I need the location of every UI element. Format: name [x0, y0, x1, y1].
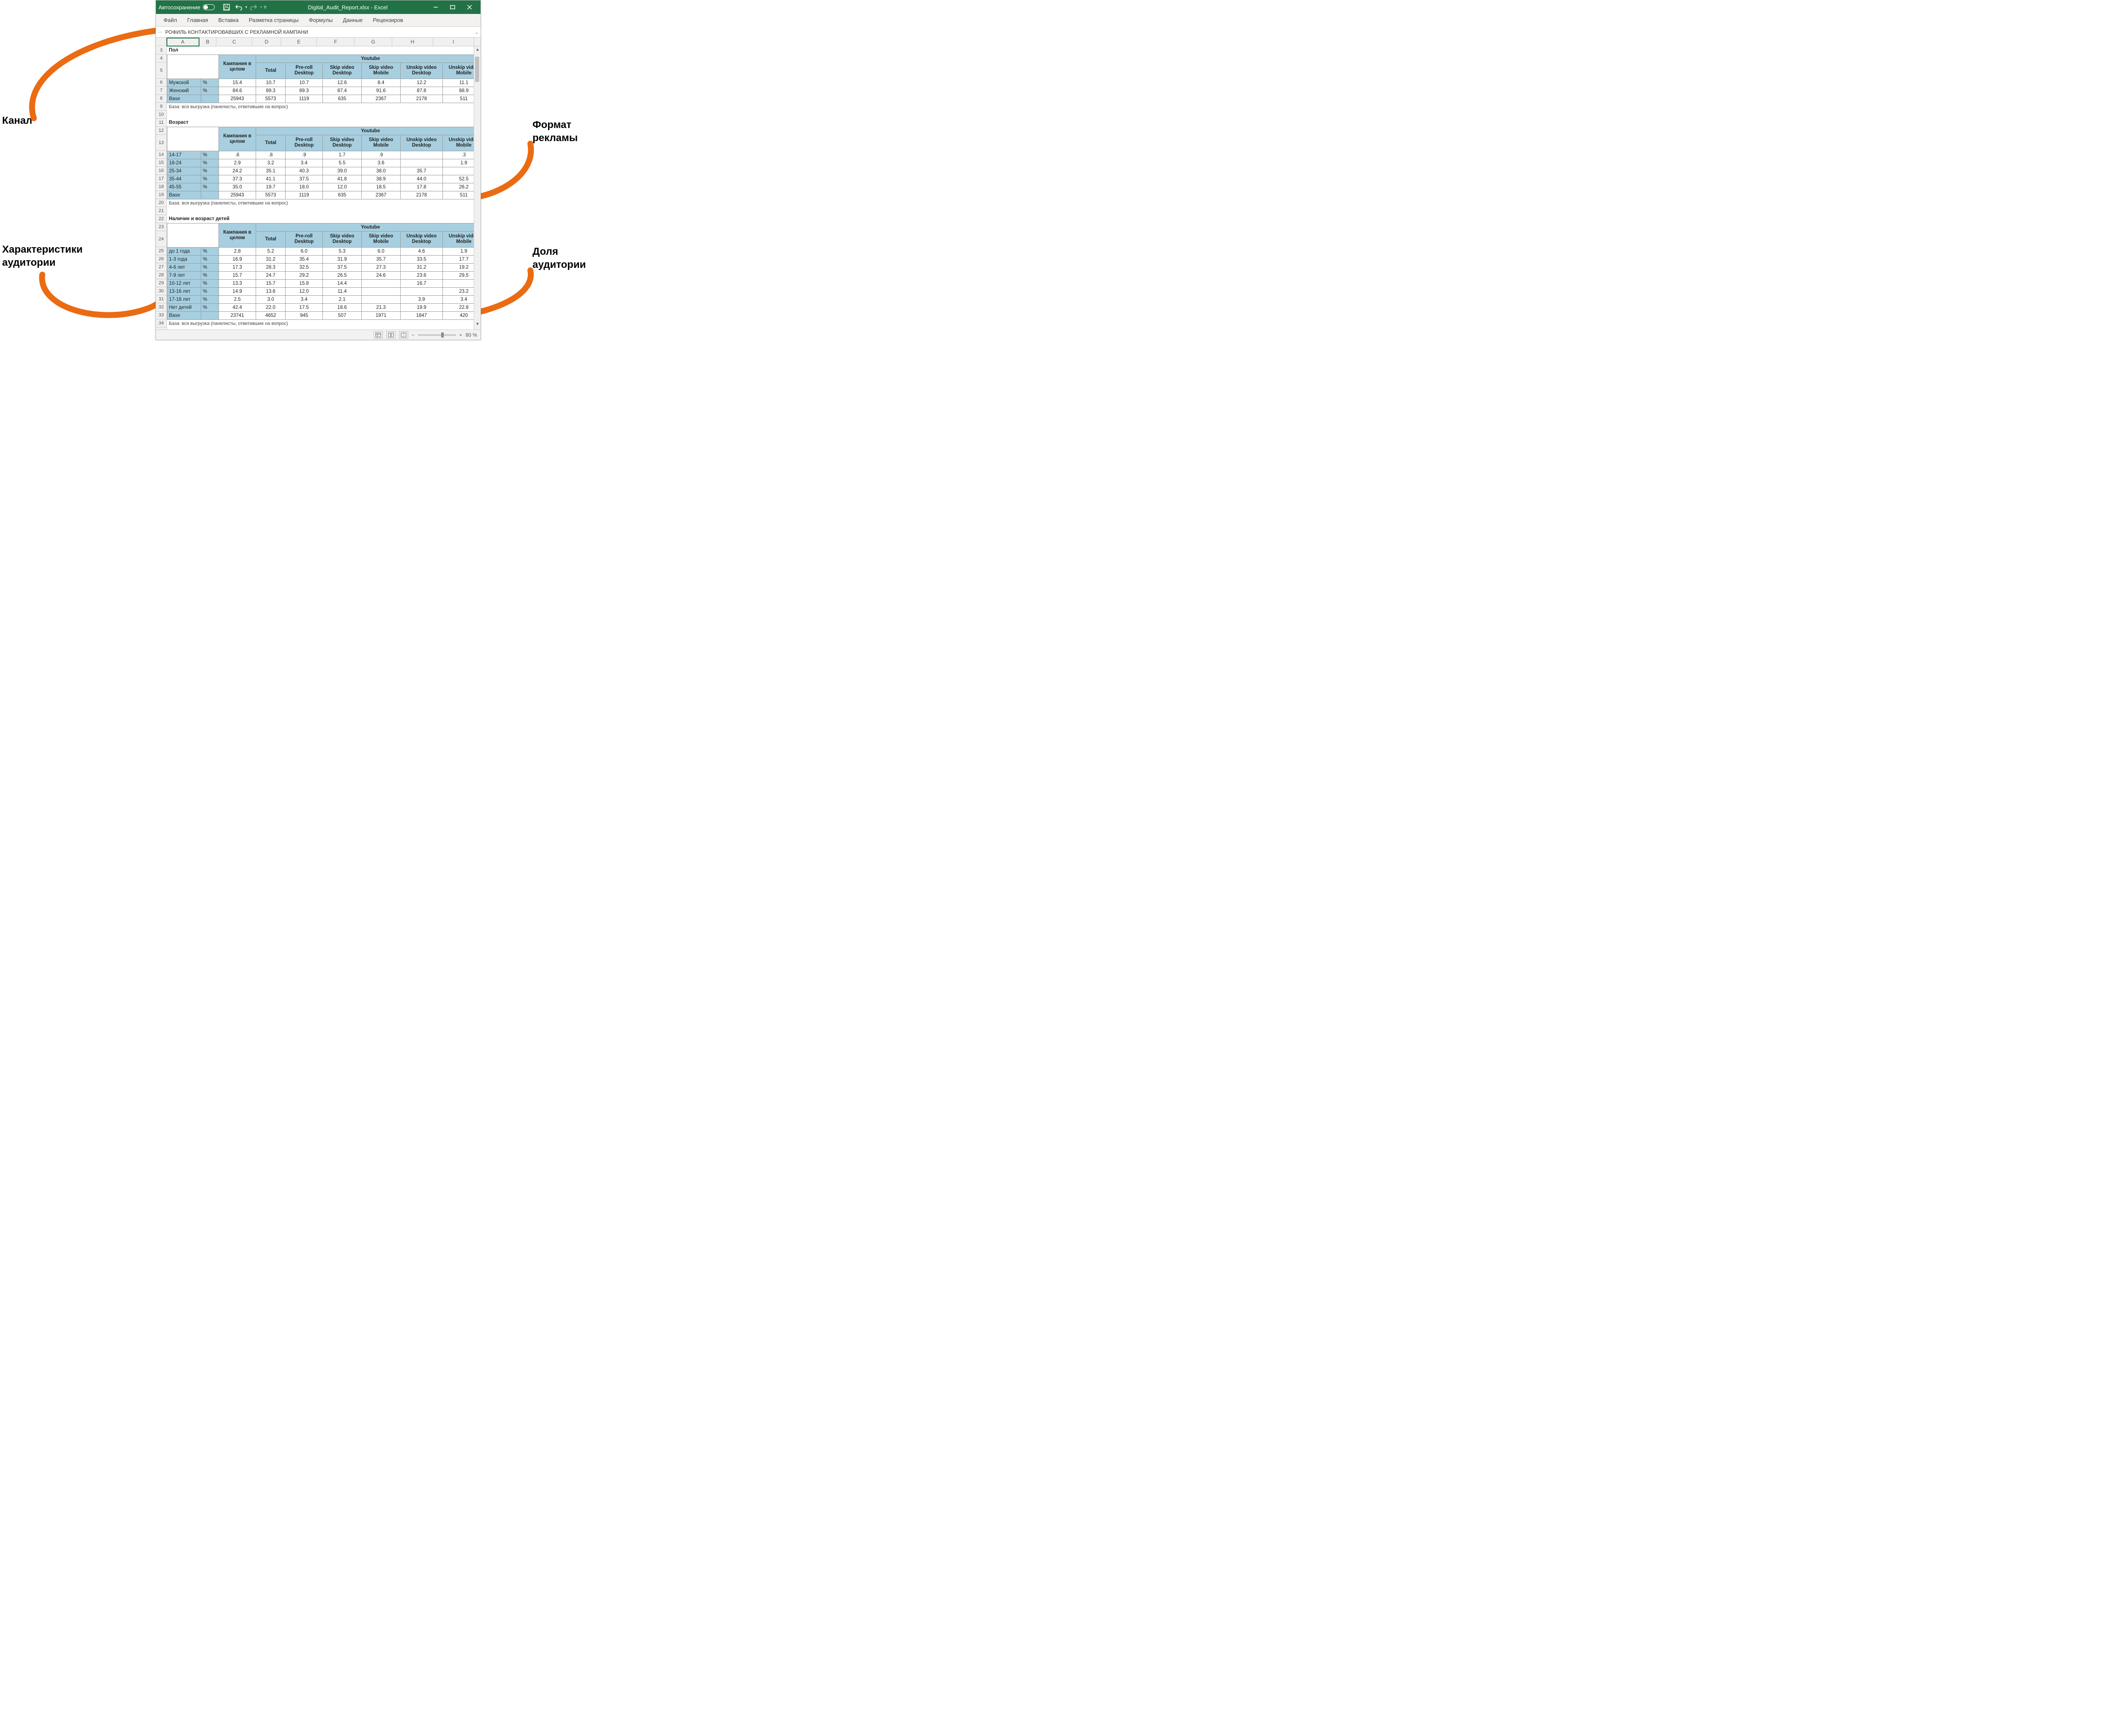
tab-insert[interactable]: Вставка [214, 14, 243, 27]
formula-expand-icon[interactable]: ⌄ [475, 29, 479, 35]
annotation-channel: Канал [2, 114, 32, 127]
worksheet[interactable]: Пол Кампания в целом Youtube Total Pre-r… [167, 46, 474, 330]
col-header-D[interactable]: D [252, 38, 281, 46]
scroll-down-icon[interactable]: ▼ [474, 322, 480, 329]
table-row: 25-34%24.235.140.339.038.035.7 [167, 167, 474, 175]
zoom-in-button[interactable]: + [459, 332, 462, 338]
table-row: Base259435573111963523672178511 [167, 191, 474, 199]
undo-dropdown-icon[interactable]: ▾ [245, 5, 247, 10]
col-header-E[interactable]: E [281, 38, 317, 46]
table-row: Мужской%15.410.710.712.68.412.211.1 [167, 79, 474, 87]
table-row: Женский%84.689.389.387.491.687.888.9 [167, 87, 474, 95]
excel-window: Автосохранение ▾ ▾ ▿ Digital_Audit_Repor… [156, 0, 481, 340]
hdr-channel: Youtube [256, 55, 474, 63]
select-all-corner[interactable] [156, 38, 167, 46]
maximize-button[interactable] [444, 0, 461, 14]
undo-icon[interactable] [235, 4, 243, 11]
redo-dropdown-icon[interactable]: ▾ [260, 5, 262, 10]
col-header-B[interactable]: B [199, 38, 217, 46]
table-row: 1-3 года%16.931.235.431.935.733.517.7 [167, 255, 474, 263]
view-page-layout-button[interactable] [386, 331, 396, 339]
table-row: 17-18 лет%2.53.03.42.13.93.4 [167, 295, 474, 303]
autosave-label: Автосохранение [158, 4, 200, 11]
scroll-up-icon[interactable]: ▲ [474, 47, 480, 54]
table-row: 18-24%2.93.23.45.53.61.9 [167, 159, 474, 167]
section-children-title: Наличие и возраст детей [167, 215, 474, 223]
col-header-C[interactable]: C [216, 38, 252, 46]
formula-bar[interactable]: ⋯ РОФИЛЬ КОНТАКТИРОВАВШИХ С РЕКЛАМНОЙ КА… [156, 27, 480, 38]
col-header-F[interactable]: F [317, 38, 355, 46]
table-row: 35-44%37.341.137.541.838.944.052.5 [167, 175, 474, 183]
table-row: до 1 года%2.85.26.05.36.04.61.9 [167, 247, 474, 255]
view-page-break-button[interactable] [399, 331, 408, 339]
tab-review[interactable]: Рецензиров [369, 14, 407, 27]
tab-home[interactable]: Главная [183, 14, 212, 27]
table-row: 7-9 лет%15.724.729.226.524.623.629.5 [167, 271, 474, 279]
table-row: 13-16 лет%14.913.612.011.423.2 [167, 287, 474, 295]
table-row: Base259435573111963523672178511 [167, 95, 474, 103]
table-row: Base23741465294550719711847420 [167, 311, 474, 319]
scroll-thumb[interactable] [475, 57, 479, 82]
window-title: Digital_Audit_Report.xlsx - Excel [268, 4, 427, 11]
col-header-G[interactable]: G [355, 38, 392, 46]
tab-file[interactable]: Файл [159, 14, 181, 27]
tab-data[interactable]: Данные [339, 14, 367, 27]
annotation-audience-characteristics: Характеристикиаудитории [2, 243, 83, 269]
vertical-scrollbar[interactable]: ▲ ▼ [474, 46, 480, 330]
autosave-toggle[interactable]: Автосохранение [158, 4, 215, 11]
zoom-slider[interactable] [418, 334, 456, 336]
formula-text: РОФИЛЬ КОНТАКТИРОВАВШИХ С РЕКЛАМНОЙ КАМП… [165, 29, 308, 35]
fx-icon: ⋯ [158, 29, 165, 35]
redo-icon[interactable] [250, 4, 257, 11]
table-row: 14-17%.6.8.91.7.9.3 [167, 151, 474, 159]
qat-overflow-icon[interactable]: ▿ [264, 4, 267, 11]
col-header-A[interactable]: A [167, 38, 199, 46]
col-header-H[interactable]: H [392, 38, 433, 46]
table-row: Нет детей%42.422.017.518.621.319.922.8 [167, 303, 474, 311]
zoom-percent[interactable]: 80 % [466, 332, 477, 338]
tab-formulas[interactable]: Формулы [305, 14, 337, 27]
view-normal-button[interactable] [374, 331, 383, 339]
table-row: 4-6 лет%17.328.332.537.527.331.219.2 [167, 263, 474, 271]
titlebar: Автосохранение ▾ ▾ ▿ Digital_Audit_Repor… [156, 0, 480, 14]
hdr-campaign: Кампания в целом [219, 55, 256, 79]
close-button[interactable] [461, 0, 478, 14]
save-icon[interactable] [223, 4, 230, 11]
section-gender-title: Пол [167, 46, 474, 55]
tab-page-layout[interactable]: Разметка страницы [245, 14, 303, 27]
annotation-ad-format: Форматрекламы [532, 118, 578, 144]
toggle-icon [203, 4, 215, 10]
statusbar: − + 80 % [156, 330, 480, 340]
note-text: База: вся выгрузка (панелисты, ответивши… [167, 103, 474, 111]
section-age-title: Возраст [167, 119, 474, 127]
table-row: 45-55%35.019.718.012.018.517.826.2 [167, 183, 474, 191]
row-headers: 3 4 5 6 7 8 9 10 11 12 13 14 15 16 17 18… [156, 46, 167, 330]
col-header-I[interactable]: I [433, 38, 474, 46]
annotation-audience-share: Доляаудитории [532, 245, 586, 271]
table-row: 10-12 лет%13.315.715.814.416.7 [167, 279, 474, 287]
zoom-out-button[interactable]: − [412, 332, 415, 338]
ribbon-tabs: Файл Главная Вставка Разметка страницы Ф… [156, 14, 480, 27]
minimize-button[interactable] [427, 0, 444, 14]
